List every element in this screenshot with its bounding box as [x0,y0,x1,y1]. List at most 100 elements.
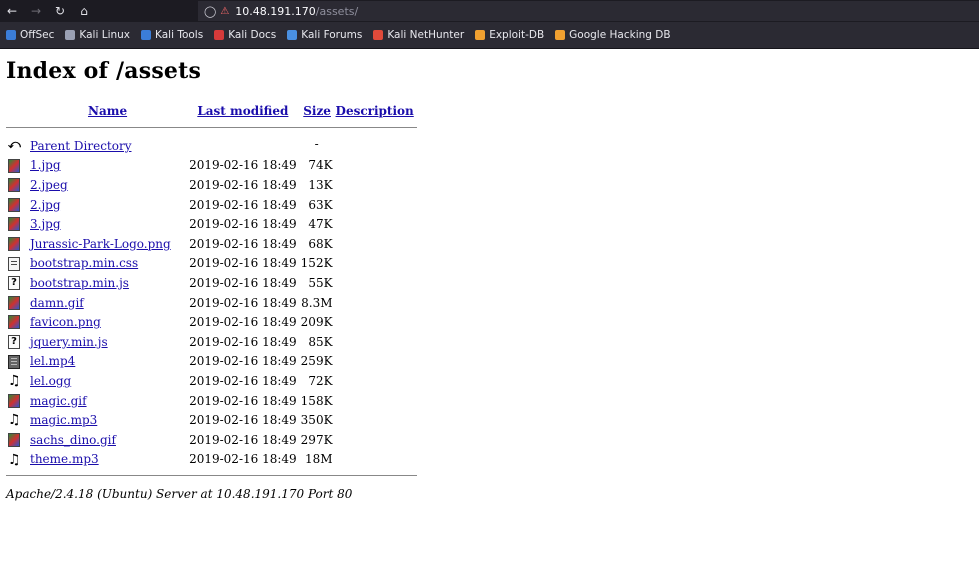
page-title: Index of /assets [6,58,202,84]
image-file-icon [8,237,20,252]
bookmark-kali-forums[interactable]: Kali Forums [287,29,362,41]
file-link[interactable]: sachs_dino.gif [30,433,116,447]
file-modified: 2019-02-16 18:49 [189,295,297,310]
parent-directory-link[interactable]: Parent Directory [30,139,131,153]
file-size: 259K [300,354,333,369]
name-column-header[interactable]: Name [28,100,187,122]
image-file-icon [8,178,20,193]
file-row: 2.jpg 2019-02-16 18:49 63K [6,195,417,215]
audio-file-icon: ♫ [8,451,21,468]
parent-size: - [314,136,319,151]
file-link[interactable]: lel.mp4 [30,354,75,368]
bookmark-exploit-db[interactable]: Exploit-DB [475,29,544,41]
image-file-icon [8,197,20,212]
image-file-icon [8,158,20,173]
file-row: ♫ theme.mp3 2019-02-16 18:49 18M [6,450,417,470]
bookmark-kali-nethunter[interactable]: Kali NetHunter [373,29,464,41]
sort-by-size-link[interactable]: Size [303,104,331,118]
reload-icon[interactable]: ↻ [48,4,72,18]
url-host: 10.48.191.170 [235,4,316,18]
file-size: 8.3M [301,295,333,310]
shield-icon: ◯ [204,4,217,18]
url-bar[interactable]: ◯ ⚠ 10.48.191.170/assets/ [198,1,979,21]
file-link[interactable]: 2.jpeg [30,178,68,192]
bookmark-kali-linux[interactable]: Kali Linux [65,29,130,41]
file-modified: 2019-02-16 18:49 [189,217,297,232]
unknown-file-icon: ? [8,334,20,349]
unknown-file-icon: ? [8,276,20,291]
file-link[interactable]: damn.gif [30,296,84,310]
page-content: Index of /assets Name Last modified Size… [0,58,979,501]
modified-column-header[interactable]: Last modified [187,100,299,122]
file-link[interactable]: bootstrap.min.js [30,276,129,290]
file-modified: 2019-02-16 18:49 [189,256,297,271]
file-row: ♫ magic.mp3 2019-02-16 18:49 350K [6,410,417,430]
file-row: favicon.png 2019-02-16 18:49 209K [6,312,417,332]
file-modified: 2019-02-16 18:49 [189,275,297,290]
file-link[interactable]: lel.ogg [30,374,71,388]
file-link[interactable]: 1.jpg [30,158,61,172]
kali-dragon-icon [65,30,76,40]
file-size: 68K [308,236,333,251]
text-file-icon [8,256,20,271]
browser-toolbar: ← → ↻ ⌂ ◯ ⚠ 10.48.191.170/assets/ OffSec… [0,0,979,49]
bookmark-kali-tools[interactable]: Kali Tools [141,29,203,41]
audio-file-icon: ♫ [8,373,21,390]
back-arrow-icon[interactable]: ← [0,4,24,18]
file-row: sachs_dino.gif 2019-02-16 18:49 297K [6,430,417,450]
file-link[interactable]: 2.jpg [30,198,61,212]
file-link[interactable]: magic.gif [30,394,87,408]
file-listing-table: Name Last modified Size Description ⤺ Pa… [6,100,417,481]
file-row: bootstrap.min.css 2019-02-16 18:49 152K [6,254,417,274]
file-link[interactable]: Jurassic-Park-Logo.png [30,237,171,251]
insecure-lock-icon[interactable]: ⚠ [220,6,229,17]
file-size: 72K [308,373,333,388]
url-path: /assets/ [315,4,359,18]
file-link[interactable]: bootstrap.min.css [30,256,138,270]
description-column-header[interactable]: Description [336,100,417,122]
table-header-row: Name Last modified Size Description [6,100,417,122]
file-size: 18M [304,452,333,467]
bookmark-kali-docs[interactable]: Kali Docs [214,29,276,41]
file-modified: 2019-02-16 18:49 [189,177,297,192]
file-modified: 2019-02-16 18:49 [189,197,297,212]
bookmark-offsec[interactable]: OffSec [6,29,54,41]
size-column-header[interactable]: Size [299,100,336,122]
file-size: 85K [308,334,333,349]
file-modified: 2019-02-16 18:49 [189,413,297,428]
file-size: 55K [308,275,333,290]
footer-divider [6,474,417,476]
file-row: 1.jpg 2019-02-16 18:49 74K [6,156,417,176]
file-modified: 2019-02-16 18:49 [189,158,297,173]
file-modified: 2019-02-16 18:49 [189,354,297,369]
google-hacking-db-icon [555,30,566,40]
file-modified: 2019-02-16 18:49 [189,373,297,388]
forward-arrow-icon[interactable]: → [24,4,48,18]
separator-row-bottom [6,469,417,481]
file-link[interactable]: theme.mp3 [30,452,99,466]
sort-by-modified-link[interactable]: Last modified [197,104,288,118]
file-modified: 2019-02-16 18:49 [189,334,297,349]
file-link[interactable]: jquery.min.js [30,335,108,349]
file-link[interactable]: magic.mp3 [30,413,97,427]
file-size: 63K [308,197,333,212]
file-modified: 2019-02-16 18:49 [189,393,297,408]
home-icon[interactable]: ⌂ [72,4,96,18]
bookmarks-bar: OffSec Kali Linux Kali Tools Kali Docs K… [0,22,979,49]
kali-tools-icon [141,30,152,40]
image-file-icon [8,217,20,232]
file-size: 152K [300,256,333,271]
file-link[interactable]: 3.jpg [30,217,61,231]
file-size: 209K [300,315,333,330]
file-link[interactable]: favicon.png [30,315,101,329]
file-modified: 2019-02-16 18:49 [189,236,297,251]
sort-by-name-link[interactable]: Name [88,104,127,118]
exploit-db-icon [475,30,486,40]
kali-docs-icon [214,30,225,40]
sort-by-description-link[interactable]: Description [336,104,414,118]
bookmark-google-hacking-db[interactable]: Google Hacking DB [555,29,671,41]
file-size: 47K [308,217,333,232]
file-row: Jurassic-Park-Logo.png 2019-02-16 18:49 68… [6,234,417,254]
server-signature: Apache/2.4.18 (Ubuntu) Server at 10.48.1… [6,487,353,502]
image-file-icon [8,295,20,310]
